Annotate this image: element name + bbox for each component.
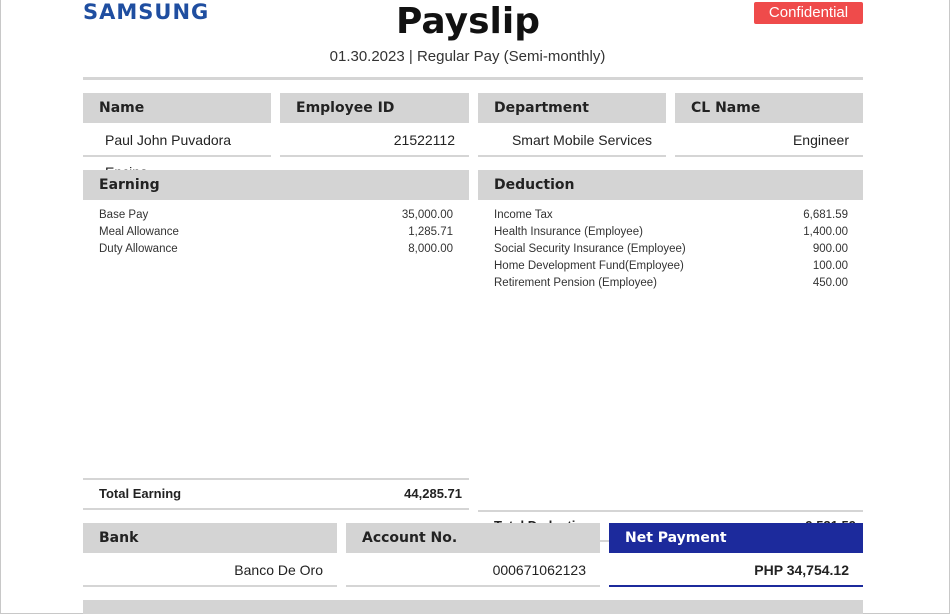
earning-header: Earning xyxy=(83,170,469,200)
net-payment-header: Net Payment xyxy=(609,523,863,553)
account-no-header: Account No. xyxy=(346,523,600,553)
list-item: Base Pay 35,000.00 xyxy=(99,207,453,224)
employee-id-value: 21522112 xyxy=(280,124,469,157)
list-item: Social Security Insurance (Employee) 900.… xyxy=(494,241,848,258)
name-header: Name xyxy=(83,93,271,123)
department-value: Smart Mobile Services xyxy=(478,124,666,157)
footer-bar xyxy=(83,600,863,614)
deduction-label: Health Insurance (Employee) xyxy=(494,226,643,238)
deduction-amount: 100.00 xyxy=(812,260,848,272)
earning-list: Base Pay 35,000.00 Meal Allowance 1,285.71… xyxy=(99,207,453,258)
deduction-amount: 6,681.59 xyxy=(803,209,848,221)
pay-period: 01.30.2023 | Regular Pay (Semi-monthly) xyxy=(329,48,606,65)
samsung-logo: SAMSUNG xyxy=(83,0,210,24)
earning-amount: 8,000.00 xyxy=(408,243,453,255)
department-header: Department xyxy=(478,93,666,123)
deduction-header: Deduction xyxy=(478,170,863,200)
bank-value: Banco De Oro xyxy=(83,554,337,587)
confidential-badge: Confidential xyxy=(754,2,863,24)
bank-header: Bank xyxy=(83,523,337,553)
deduction-label: Home Development Fund(Employee) xyxy=(494,260,684,272)
name-value: Paul John Puvadora Encina xyxy=(83,124,271,180)
deduction-label: Income Tax xyxy=(494,209,553,221)
list-item: Health Insurance (Employee) 1,400.00 xyxy=(494,224,848,241)
earning-label: Meal Allowance xyxy=(99,226,179,238)
deduction-label: Retirement Pension (Employee) xyxy=(494,277,657,289)
cl-name-header: CL Name xyxy=(675,93,863,123)
deduction-amount: 450.00 xyxy=(812,277,848,289)
total-earning-label: Total Earning xyxy=(99,486,182,501)
employee-id-header: Employee ID xyxy=(280,93,469,123)
earning-label: Base Pay xyxy=(99,209,149,221)
net-payment-value: PHP 34,754.12 xyxy=(609,554,863,587)
total-earning-value: 44,285.71 xyxy=(404,486,462,501)
total-earning-row: Total Earning 44,285.71 xyxy=(83,478,469,510)
earning-amount: 1,285.71 xyxy=(408,226,453,238)
account-no-value: 000671062123 xyxy=(346,554,600,587)
earning-label: Duty Allowance xyxy=(99,243,178,255)
cl-name-value: Engineer xyxy=(675,124,863,157)
deduction-label: Social Security Insurance (Employee) xyxy=(494,243,686,255)
deduction-amount: 1,400.00 xyxy=(803,226,848,238)
list-item: Retirement Pension (Employee) 450.00 xyxy=(494,275,848,292)
header-divider xyxy=(83,77,863,80)
earning-amount: 35,000.00 xyxy=(401,209,453,221)
list-item: Income Tax 6,681.59 xyxy=(494,207,848,224)
list-item: Duty Allowance 8,000.00 xyxy=(99,241,453,258)
list-item: Home Development Fund(Employee) 100.00 xyxy=(494,258,848,275)
list-item: Meal Allowance 1,285.71 xyxy=(99,224,453,241)
deduction-list: Income Tax 6,681.59 Health Insurance (Emp… xyxy=(494,207,848,292)
deduction-amount: 900.00 xyxy=(812,243,848,255)
page-title: Payslip xyxy=(396,1,540,42)
